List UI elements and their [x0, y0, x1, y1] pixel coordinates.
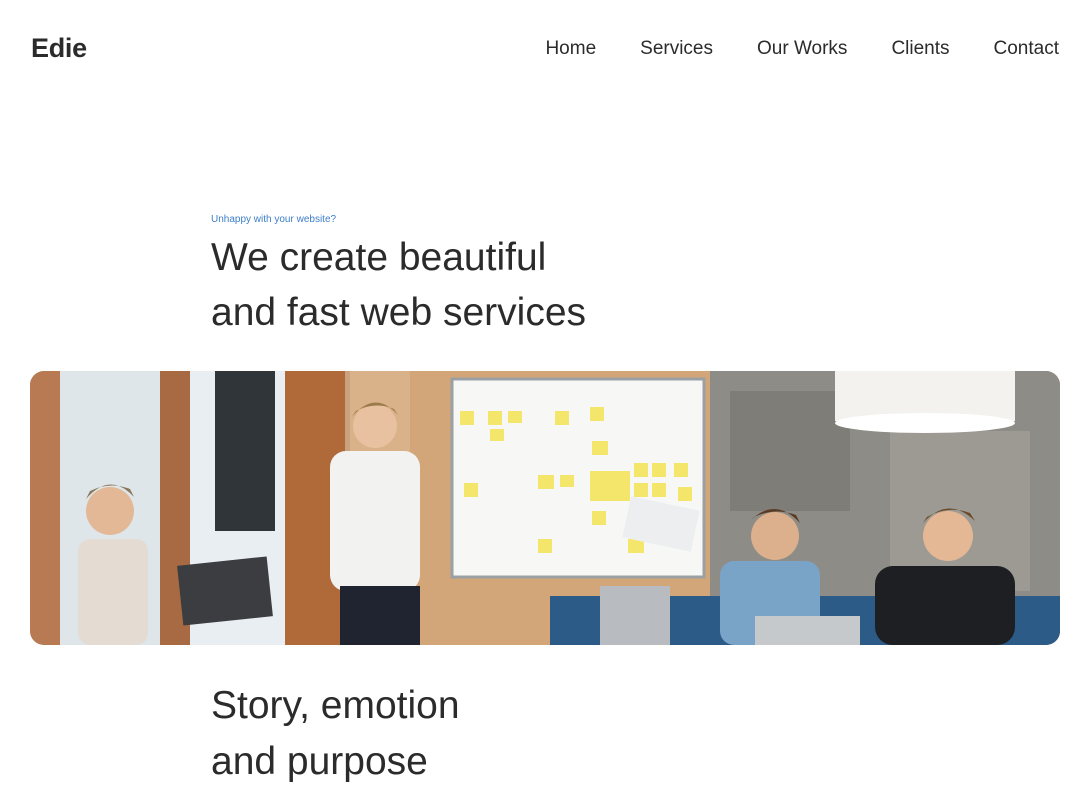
hero-headline-line-2: and fast web services	[211, 291, 587, 334]
hero-headline: We create beautiful and fast web service…	[211, 230, 771, 340]
team-meeting-photo	[30, 371, 1060, 645]
nav-link-our-works[interactable]: Our Works	[757, 38, 847, 60]
nav-link-home[interactable]: Home	[545, 38, 596, 60]
site-logo[interactable]: Edie	[31, 33, 87, 64]
section-heading-line-1: Story, emotion	[211, 684, 460, 727]
nav-link-contact[interactable]: Contact	[994, 38, 1059, 60]
page: Edie Home Services Our Works Clients Con…	[0, 0, 1090, 808]
nav-link-services[interactable]: Services	[640, 38, 713, 60]
hero-headline-line-1: We create beautiful	[211, 236, 547, 279]
site-header: Edie Home Services Our Works Clients Con…	[0, 0, 1090, 100]
hero-eyebrow: Unhappy with your website?	[211, 214, 337, 225]
section-heading-line-2: and purpose	[211, 740, 428, 783]
hero-image	[30, 371, 1060, 645]
section-heading: Story, emotion and purpose	[211, 678, 460, 790]
main-nav: Home Services Our Works Clients Contact	[545, 38, 1059, 60]
nav-link-clients[interactable]: Clients	[891, 38, 949, 60]
